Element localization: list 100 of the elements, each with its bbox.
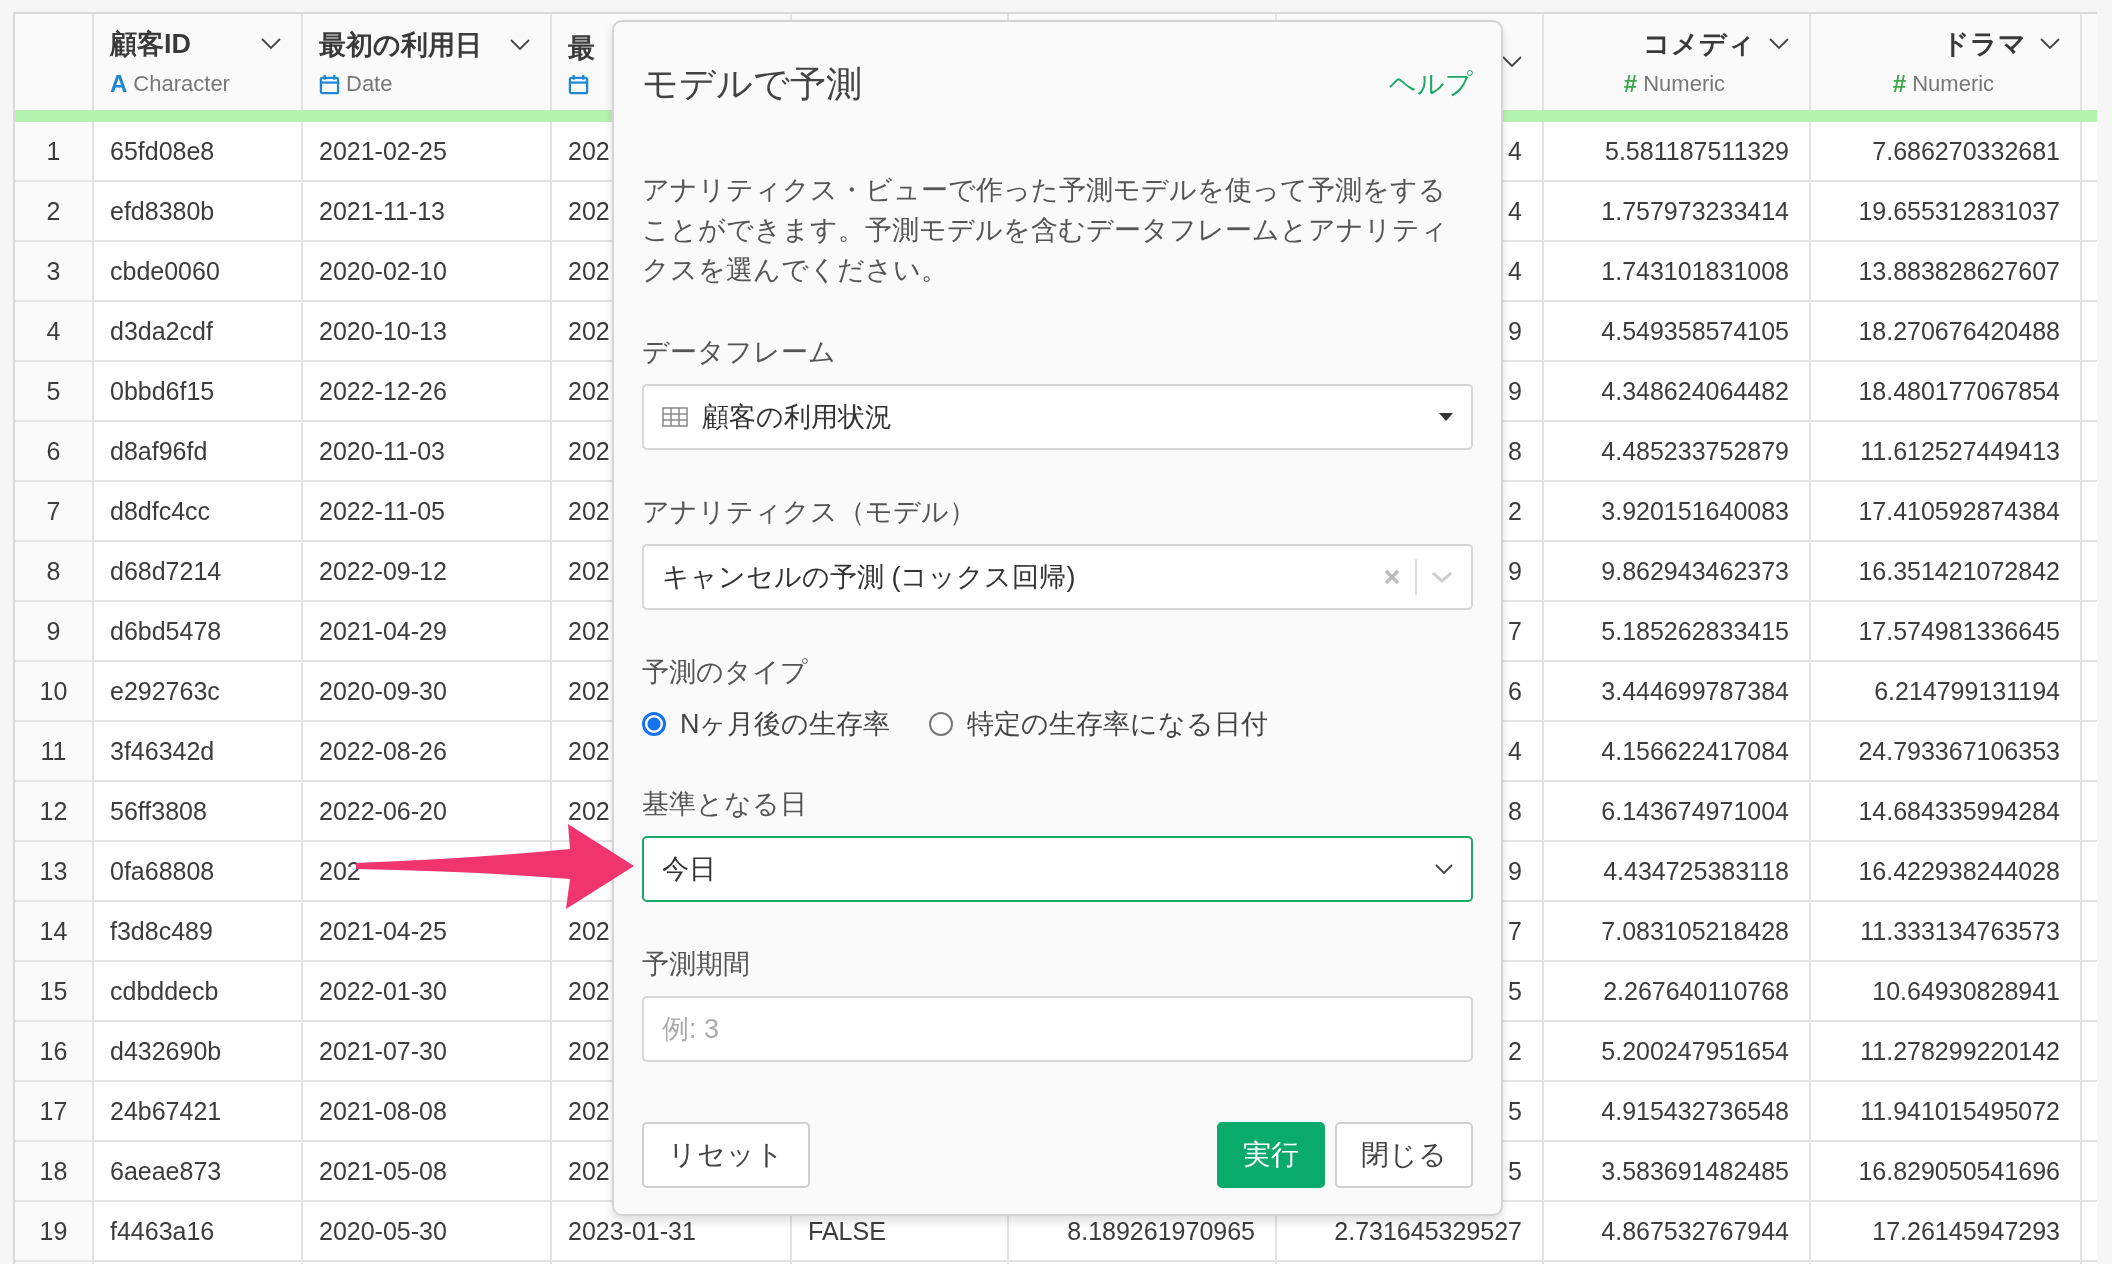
table-cell: d3da2cdf xyxy=(110,316,213,346)
table-cell: 9 xyxy=(1508,376,1522,406)
row-number: 5 xyxy=(46,376,61,406)
table-cell: 2 xyxy=(1508,496,1522,526)
row-number: 7 xyxy=(46,496,61,526)
table-cell: 202 xyxy=(568,1036,610,1066)
chevron-down-icon[interactable] xyxy=(2040,38,2060,50)
table-cell: FALSE xyxy=(808,1216,886,1246)
table-cell: 24b67421 xyxy=(110,1096,222,1126)
table-cell: 7.083105218428 xyxy=(1601,916,1789,946)
chevron-down-icon[interactable] xyxy=(261,38,281,50)
table-cell: 2.267640110768 xyxy=(1603,976,1789,1006)
table-cell: 16.422938244028 xyxy=(1858,856,2060,886)
table-cell: 4.549358574105 xyxy=(1601,316,1789,346)
table-cell: 2021-02-25 xyxy=(319,136,447,166)
table-cell: 14.684335994284 xyxy=(1858,796,2060,826)
table-cell: cdbddecb xyxy=(110,976,219,1006)
table-cell: 17.574981336645 xyxy=(1858,616,2060,646)
table-cell: 1.743101831008 xyxy=(1601,256,1789,286)
column-type: Character xyxy=(133,71,230,97)
table-cell: 2021-07-30 xyxy=(319,1036,447,1066)
table-cell: 10.64930828941 xyxy=(1872,976,2060,1006)
row-number: 9 xyxy=(46,616,61,646)
table-cell: 2021-05-08 xyxy=(319,1156,447,1186)
table-cell: 4 xyxy=(1508,736,1522,766)
table-cell: 202 xyxy=(568,496,610,526)
table-cell: 202 xyxy=(568,256,610,286)
period-input[interactable]: 例: 3 xyxy=(642,996,1473,1062)
table-cell: 0fa68808 xyxy=(110,856,215,886)
table-cell: 5 xyxy=(1508,1096,1522,1126)
reset-button[interactable]: リセット xyxy=(642,1122,810,1188)
column-header[interactable]: 最 xyxy=(568,29,595,66)
table-cell: 11.941015495072 xyxy=(1860,1096,2060,1126)
table-cell: 11.278299220142 xyxy=(1860,1036,2060,1066)
table-cell: 202 xyxy=(568,616,610,646)
table-cell: f4463a16 xyxy=(110,1216,215,1246)
table-cell: 7 xyxy=(1508,916,1522,946)
table-cell: 2020-05-30 xyxy=(319,1216,447,1246)
field-label: 予測のタイプ xyxy=(642,656,809,689)
table-cell: 2022-06-20 xyxy=(319,796,447,826)
dataframe-select[interactable]: 顧客の利用状況 xyxy=(642,384,1473,450)
type-icon: # xyxy=(1623,70,1638,98)
table-cell: 17.410592874384 xyxy=(1858,496,2060,526)
table-cell: 16.351421072842 xyxy=(1858,556,2060,586)
row-number: 2 xyxy=(46,196,61,226)
table-cell: d8af96fd xyxy=(110,436,208,466)
table-cell: 5.200247951654 xyxy=(1601,1036,1789,1066)
table-cell: 202 xyxy=(568,316,610,346)
table-cell: 2021-08-08 xyxy=(319,1096,447,1126)
column-header[interactable]: 顧客ID xyxy=(110,26,191,62)
table-cell: 11.612527449413 xyxy=(1860,436,2060,466)
table-cell: 17.26145947293 xyxy=(1872,1216,2060,1246)
table-cell: 2022-01-30 xyxy=(319,976,447,1006)
table-cell: d6bd5478 xyxy=(110,616,222,646)
table-cell: 202 xyxy=(568,1156,610,1186)
field-label: アナリティクス（モデル） xyxy=(642,496,977,529)
column-header[interactable]: ドラマ xyxy=(1942,26,2026,62)
table-cell: 6aeae873 xyxy=(110,1156,222,1186)
close-button[interactable]: 閉じる xyxy=(1335,1122,1473,1188)
chevron-down-icon[interactable] xyxy=(1769,38,1789,50)
column-header[interactable]: コメディ xyxy=(1643,26,1755,62)
row-number: 1 xyxy=(46,136,61,166)
column-type: Date xyxy=(346,71,393,97)
field-label: 予測期間 xyxy=(642,948,751,981)
table-cell: 3.583691482485 xyxy=(1601,1156,1789,1186)
column-header[interactable]: 最初の利用日 xyxy=(319,27,482,63)
table-cell: d8dfc4cc xyxy=(110,496,211,526)
table-cell: 11.333134763573 xyxy=(1860,916,2060,946)
table-cell: 4.485233752879 xyxy=(1601,436,1789,466)
table-cell: 5 xyxy=(1508,976,1522,1006)
row-number: 13 xyxy=(39,856,68,886)
table-cell: 3f46342d xyxy=(110,736,215,766)
row-number: 14 xyxy=(39,916,68,946)
table-cell: 65fd08e8 xyxy=(110,136,215,166)
table-cell: 8 xyxy=(1508,796,1522,826)
chevron-down-icon[interactable] xyxy=(510,39,530,51)
table-cell: 24.793367106353 xyxy=(1858,736,2060,766)
table-cell: 4 xyxy=(1508,136,1522,166)
chevron-down-icon[interactable] xyxy=(1502,56,1522,68)
radio-option[interactable]: Nヶ月後の生存率 xyxy=(642,706,891,742)
radio-option[interactable]: 特定の生存率になる日付 xyxy=(928,706,1268,742)
table-cell: 4.867532767944 xyxy=(1601,1216,1789,1246)
table-cell: 202 xyxy=(568,796,610,826)
table-cell: 19.655312831037 xyxy=(1858,196,2060,226)
description-text: アナリティクス・ビューで作った予測モデルを使って予測をすることができます。予測モデルを含むデータフレームとアナリティクスを選んでください。 xyxy=(642,174,1449,287)
table-cell: 3.444699787384 xyxy=(1601,676,1789,706)
table-cell: 2020-09-30 xyxy=(319,676,447,706)
table-cell: 4.348624064482 xyxy=(1601,376,1789,406)
table-cell: 5 xyxy=(1508,1156,1522,1186)
table-cell: 4.434725383118 xyxy=(1603,856,1789,886)
caret-down-icon xyxy=(1439,413,1453,421)
table-cell: 202 xyxy=(568,976,610,1006)
date-select[interactable]: 今日 xyxy=(642,836,1473,902)
table-cell: 4 xyxy=(1508,196,1522,226)
calendar-icon xyxy=(319,73,340,95)
type-icon: A xyxy=(110,70,128,98)
table-cell: 2021-04-25 xyxy=(319,916,447,946)
table-cell: 6.143674971004 xyxy=(1601,796,1789,826)
row-number: 8 xyxy=(46,556,61,586)
table-cell: 4.915432736548 xyxy=(1601,1096,1789,1126)
